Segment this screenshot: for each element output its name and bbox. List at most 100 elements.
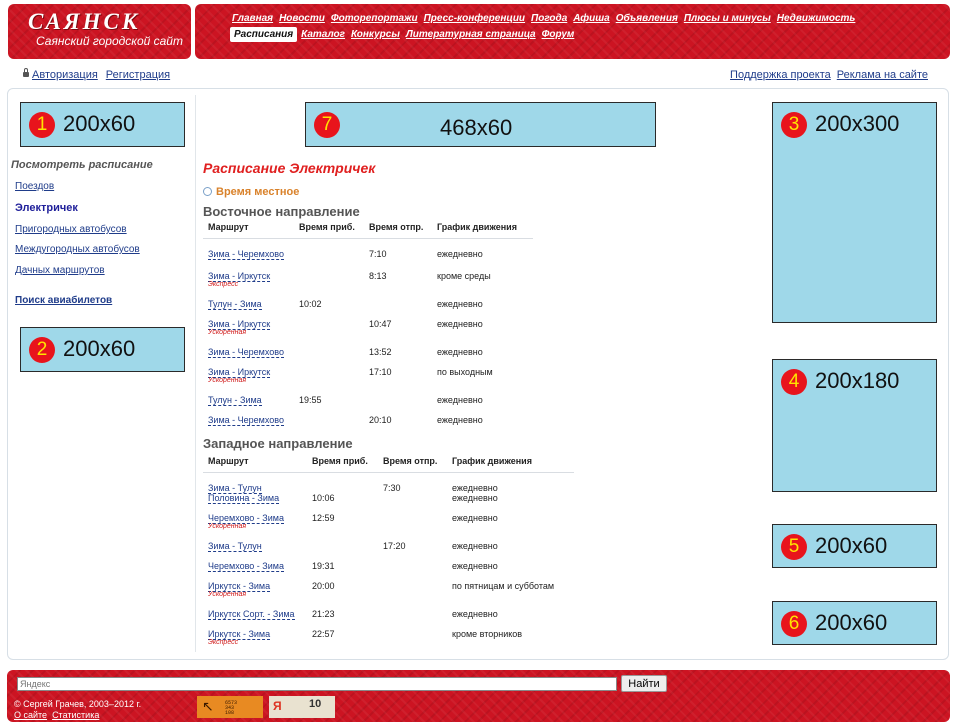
schedule-note: кроме вторников [452, 629, 523, 639]
nav-forum[interactable]: Форум [542, 29, 575, 40]
login-link[interactable]: Авторизация [32, 69, 98, 81]
ad-slot-5[interactable]: 5 200x60 [772, 524, 937, 568]
west-direction-title: Западное направление [203, 436, 353, 451]
ad-slot-7[interactable]: 7 468x60 [305, 102, 656, 147]
route-cell: Зима - Иркутск Ускоренная [203, 318, 294, 347]
yandex-cy-badge[interactable]: Я 10 [269, 696, 335, 718]
nav-real-estate[interactable]: Недвижимость [777, 13, 856, 24]
logo-block[interactable]: САЯНСК Саянский городской сайт [8, 4, 191, 59]
train-type-label: Ускоренная [208, 591, 247, 598]
sidebar-item-intercity-buses[interactable]: Междугородных автобусов [15, 244, 140, 255]
nav-contests[interactable]: Конкурсы [351, 29, 400, 40]
nav-press-conferences[interactable]: Пресс-конференции [424, 13, 525, 24]
site-links: Поддержка проекта Реклама на сайте [724, 69, 928, 81]
nav-weather[interactable]: Погода [531, 13, 567, 24]
register-link[interactable]: Регистрация [106, 69, 170, 81]
main-navigation: Главная Новости Фоторепортажи Пресс-конфере… [195, 4, 950, 59]
nav-events[interactable]: Афиша [573, 13, 609, 24]
route-cell: Зима - Иркутск Экспресс [203, 270, 294, 299]
search-input[interactable] [17, 677, 617, 691]
visit-counter-badge[interactable]: ↖ 6573 343 108 [197, 696, 263, 718]
route-link[interactable]: Зима - Иркутск [208, 318, 271, 330]
arrival-time [294, 415, 364, 435]
departure-time [364, 395, 432, 415]
yandex-letter-icon: Я [273, 699, 282, 713]
ad-slot-number: 1 [29, 112, 55, 138]
support-project-link[interactable]: Поддержка проекта [730, 69, 831, 81]
advertise-link[interactable]: Реклама на сайте [837, 69, 928, 81]
nav-catalog[interactable]: Каталог [301, 29, 345, 40]
route-link[interactable]: Зима - Черемхово [208, 249, 284, 260]
arrival-time [307, 541, 378, 561]
departure-time: 8:13 [369, 270, 387, 281]
table-row: Зима - Иркутск Экспресс 8:13 кроме среды [203, 270, 533, 299]
table-row: Иркутск Сорт. - Зима 21:23 ежедневно [203, 609, 574, 629]
departure-time [378, 629, 447, 649]
departure-time [378, 493, 447, 513]
ad-slot-number: 6 [781, 611, 807, 637]
departure-time: 13:52 [369, 346, 392, 357]
route-cell: Зима - Тулун [203, 473, 307, 494]
ad-slot-size: 200x60 [63, 336, 136, 361]
search-button[interactable]: Найти [621, 675, 667, 692]
nav-news[interactable]: Новости [279, 13, 325, 24]
nav-photo-reports[interactable]: Фоторепортажи [331, 13, 418, 24]
schedule-note: по выходным [437, 366, 493, 377]
ad-slot-size: 200x300 [815, 111, 900, 136]
arrow-icon: ↖ [202, 698, 214, 714]
route-cell: Зима - Черемхово [203, 414, 294, 435]
statistics-link[interactable]: Статистика [52, 710, 99, 720]
flight-search-link[interactable]: Поиск авиабилетов [15, 295, 112, 306]
route-link[interactable]: Черемхово - Зима [208, 561, 284, 572]
about-link[interactable]: О сайте [14, 710, 47, 720]
route-link[interactable]: Тулун - Зима [208, 298, 262, 310]
nav-pros-cons[interactable]: Плюсы и минусы [684, 13, 771, 24]
schedule-note: ежедневно [437, 249, 483, 259]
route-link[interactable]: Зима - Тулун [208, 541, 262, 552]
route-cell: Зима - Черемхово [203, 346, 294, 367]
schedule-note: кроме среды [437, 270, 491, 281]
table-row: Зима - Тулун 7:30 ежедневно [203, 473, 574, 494]
nav-classifieds[interactable]: Объявления [616, 13, 678, 24]
schedule-note: ежедневно [452, 541, 498, 551]
sidebar-item-commuter-trains-active: Электричек [15, 202, 78, 214]
counter-digit-line: 108 [225, 710, 235, 716]
nav-home[interactable]: Главная [232, 13, 273, 24]
west-schedule-table: Маршрут Время приб. Время отпр. График д… [203, 456, 574, 649]
ad-slot-2[interactable]: 2 200x60 [20, 327, 185, 372]
sidebar-item-trains[interactable]: Поездов [15, 181, 54, 192]
schedule-note: ежедневно [452, 483, 498, 493]
page-title: Расписание Электричек [203, 160, 376, 176]
route-link[interactable]: Половина - Зима [208, 493, 280, 504]
east-direction-title: Восточное направление [203, 204, 360, 219]
departure-time: 7:10 [369, 249, 387, 259]
route-link[interactable]: Зима - Черемхово [208, 346, 284, 358]
ad-slot-number: 4 [781, 369, 807, 395]
route-link[interactable]: Зима - Иркутск [208, 270, 271, 282]
nav-literary-page[interactable]: Литературная страница [406, 29, 536, 40]
sidebar-item-suburban-buses[interactable]: Пригородных автобусов [15, 224, 127, 235]
sidebar-item-dacha-routes[interactable]: Дачных маршрутов [15, 265, 105, 276]
route-cell: Зима - Иркутск Ускоренная [203, 366, 294, 395]
ad-slot-size: 468x60 [440, 115, 513, 140]
footer: Найти © Сергей Грачев, 2003–2012 г. О са… [7, 670, 950, 722]
column-header-schedule: График движения [432, 222, 533, 239]
table-row: Тулун - Зима 10:02 ежедневно [203, 298, 533, 319]
ad-slot-6[interactable]: 6 200x60 [772, 601, 937, 645]
train-type-label: Ускоренная [208, 328, 247, 336]
arrival-time: 21:23 [312, 609, 335, 619]
route-link[interactable]: Зима - Черемхово [208, 414, 284, 426]
schedule-note: ежедневно [437, 318, 483, 329]
ad-slot-4[interactable]: 4 200x180 [772, 359, 937, 492]
ad-slot-1[interactable]: 1 200x60 [20, 102, 185, 147]
ad-slot-size: 200x60 [63, 111, 136, 136]
route-link[interactable]: Зима - Иркутск [208, 366, 271, 378]
site-logo[interactable]: САЯНСК [28, 9, 140, 35]
arrival-time: 10:06 [312, 493, 335, 503]
nav-row-primary: Главная Новости Фоторепортажи Пресс-конфере… [232, 12, 861, 24]
route-link[interactable]: Иркутск Сорт. - Зима [208, 609, 295, 620]
nav-schedules-active[interactable]: Расписания [230, 27, 298, 42]
ad-slot-3[interactable]: 3 200x300 [772, 102, 937, 323]
local-time-label: Время местное [216, 186, 300, 198]
route-link[interactable]: Тулун - Зима [208, 394, 262, 406]
